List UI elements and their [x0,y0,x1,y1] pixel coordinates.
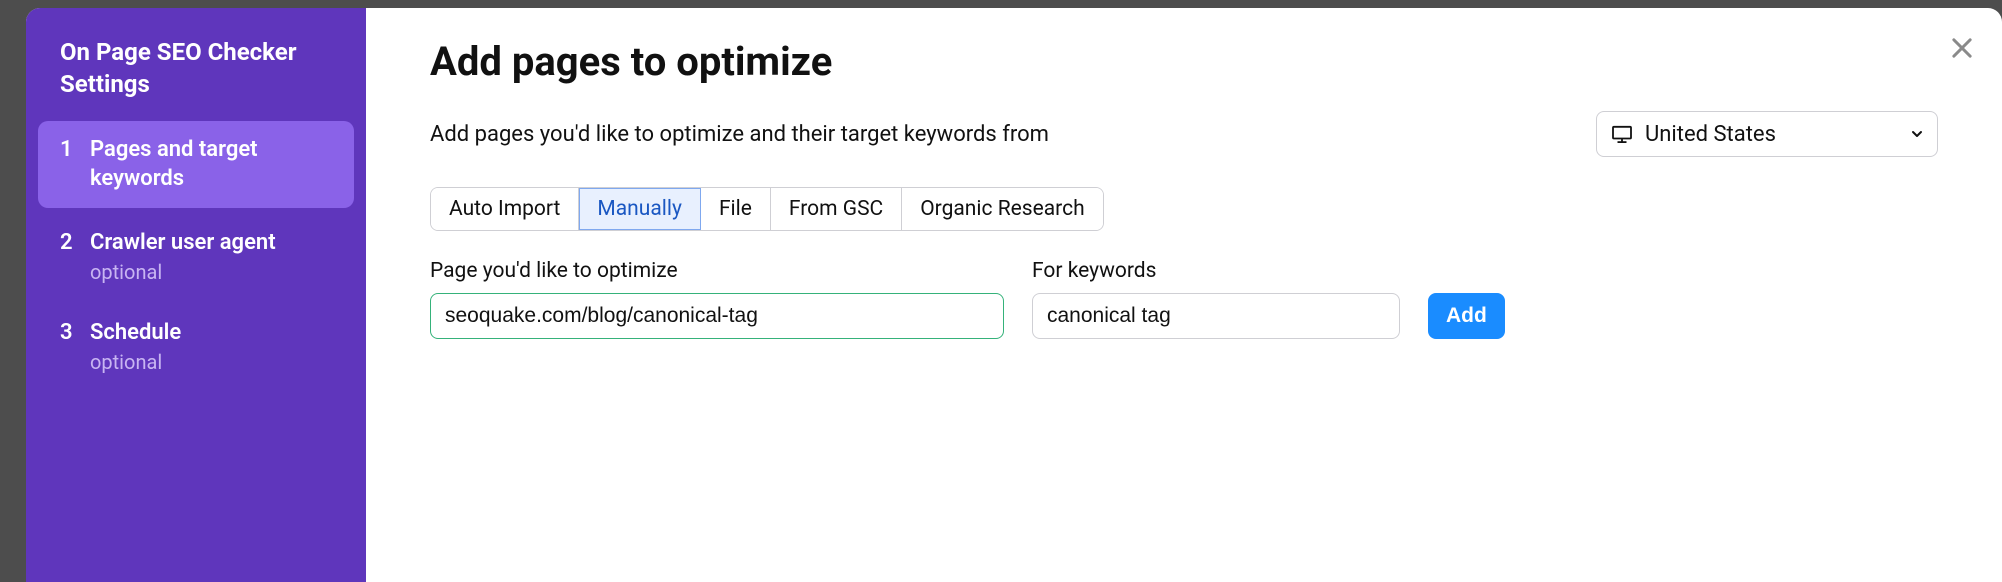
close-icon [1948,34,1976,62]
country-select[interactable]: United States [1596,111,1938,157]
subtitle: Add pages you'd like to optimize and the… [430,122,1049,147]
sidebar-title: On Page SEO Checker Settings [38,36,354,115]
sidebar: On Page SEO Checker Settings 1 Pages and… [26,8,366,582]
close-button[interactable] [1944,30,1980,66]
step-index: 3 [60,318,74,348]
step-label: Schedule [90,318,332,348]
step-label: Crawler user agent [90,228,332,258]
step-index: 1 [60,135,74,165]
step-optional: optional [90,350,332,374]
page-input-label: Page you'd like to optimize [430,259,1004,283]
page-title: Add pages to optimize [430,38,1938,85]
main-panel: Add pages to optimize Add pages you'd li… [366,8,2002,582]
tab-manually[interactable]: Manually [579,188,701,230]
subtitle-row: Add pages you'd like to optimize and the… [430,111,1938,157]
country-label: United States [1645,122,1776,147]
keywords-input[interactable] [1032,293,1400,339]
add-button[interactable]: Add [1428,293,1505,339]
add-page-form: Page you'd like to optimize For keywords… [430,259,1938,339]
chevron-down-icon [1909,126,1925,142]
keywords-input-label: For keywords [1032,259,1400,283]
page-url-input[interactable] [430,293,1004,339]
tab-file[interactable]: File [701,188,771,230]
sidebar-step-crawler-user-agent[interactable]: 2 Crawler user agent optional [38,214,354,298]
sidebar-step-schedule[interactable]: 3 Schedule optional [38,304,354,388]
step-label: Pages and target keywords [90,135,332,194]
sidebar-step-pages-keywords[interactable]: 1 Pages and target keywords [38,121,354,208]
tab-from-gsc[interactable]: From GSC [771,188,902,230]
import-mode-tabs: Auto Import Manually File From GSC Organ… [430,187,1104,231]
step-optional: optional [90,260,332,284]
step-index: 2 [60,228,74,258]
settings-modal: On Page SEO Checker Settings 1 Pages and… [26,8,2002,582]
tab-organic-research[interactable]: Organic Research [902,188,1102,230]
desktop-icon [1611,125,1633,143]
tab-auto-import[interactable]: Auto Import [431,188,579,230]
